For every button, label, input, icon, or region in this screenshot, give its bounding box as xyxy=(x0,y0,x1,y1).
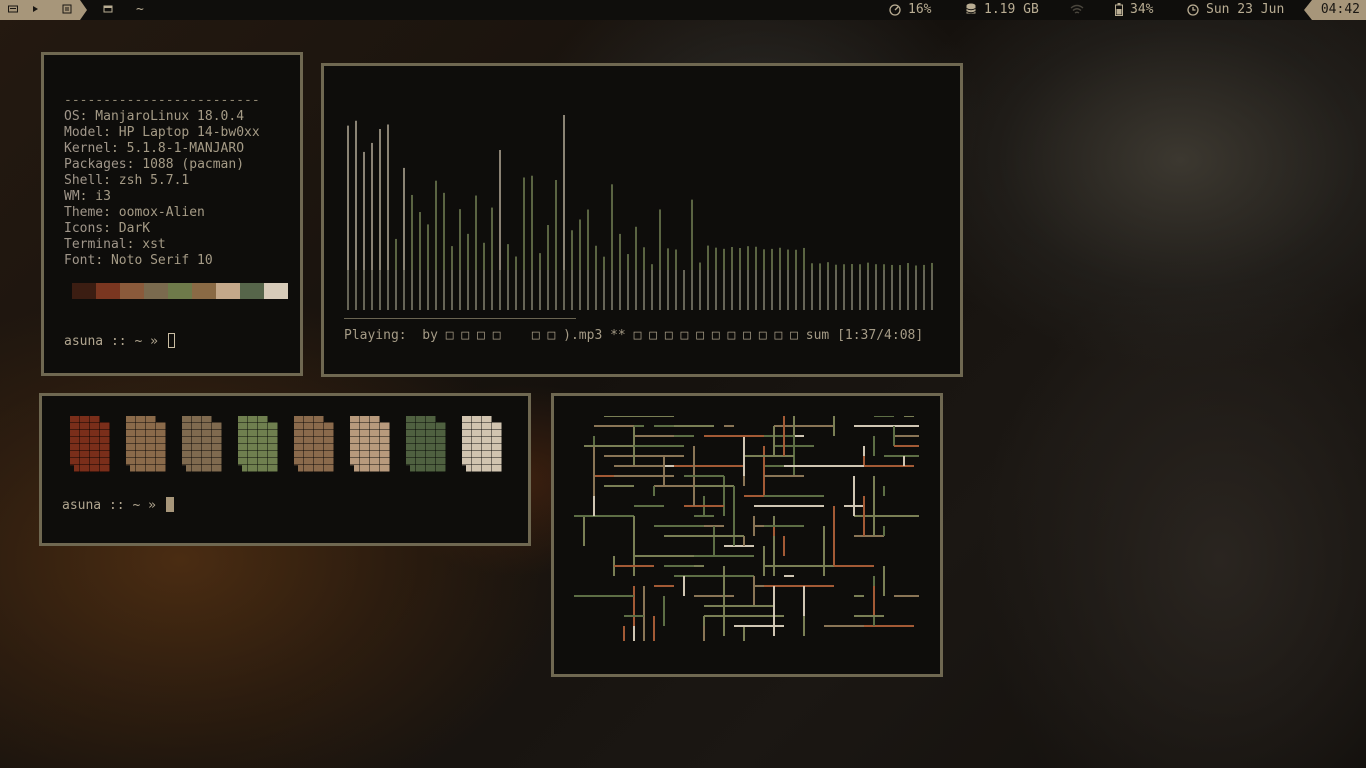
keyboard-icon xyxy=(8,5,18,13)
info-value: : 5.1.8-1-MANJARO xyxy=(110,141,245,156)
color-block xyxy=(126,416,166,472)
info-row-kernel: Kernel: 5.1.8-1-MANJARO xyxy=(64,141,244,156)
color-block xyxy=(182,416,222,472)
color-block xyxy=(238,416,278,472)
info-key: Model xyxy=(64,125,104,140)
neofetch-terminal[interactable]: ------------------------- OS: ManjaroLin… xyxy=(41,52,303,376)
prompt-text: asuna :: ~ » xyxy=(62,498,156,513)
workspace-window[interactable] xyxy=(103,0,115,20)
speedometer-icon xyxy=(889,4,901,16)
color-block xyxy=(462,416,502,472)
info-key: Packages xyxy=(64,157,127,172)
info-key: WM xyxy=(64,189,80,204)
database-icon xyxy=(966,3,976,14)
color-block xyxy=(294,416,334,472)
color-block xyxy=(350,416,390,472)
color-block xyxy=(70,416,110,472)
terminal-prompt[interactable]: asuna :: ~ » xyxy=(62,497,174,513)
info-key: Font xyxy=(64,253,96,268)
neofetch-separator: ------------------------- xyxy=(64,93,260,108)
info-value: : zsh 5.7.1 xyxy=(103,173,190,188)
progress-rule xyxy=(344,318,576,319)
wifi-icon xyxy=(1070,4,1084,14)
palette-swatch xyxy=(72,283,96,299)
info-row-font: Font: Noto Serif 10 xyxy=(64,253,213,268)
info-row-shell: Shell: zsh 5.7.1 xyxy=(64,173,189,188)
info-value: : 1088 (pacman) xyxy=(126,157,245,172)
pipes-animation xyxy=(574,416,919,641)
colorblocks-terminal[interactable]: asuna :: ~ » xyxy=(39,393,531,546)
window-icon xyxy=(103,5,113,13)
info-key: OS xyxy=(64,109,80,124)
text-cursor xyxy=(167,333,175,348)
info-row-terminal: Terminal: xst xyxy=(64,237,166,252)
palette-swatch xyxy=(168,283,192,299)
clock-icon xyxy=(1187,4,1199,16)
info-key: Terminal xyxy=(64,237,127,252)
audio-visualizer-terminal[interactable]: Playing: by □ □ □ □ □ □ ).mp3 ** □ □ □ □… xyxy=(321,63,963,377)
info-key: Kernel xyxy=(64,141,111,156)
workspace-home[interactable]: ~ xyxy=(136,0,144,20)
battery-level: 34% xyxy=(1130,2,1154,17)
info-key: Shell xyxy=(64,173,104,188)
palette-swatch xyxy=(144,283,168,299)
info-value: : oomox-Alien xyxy=(103,205,205,220)
info-row-os: OS: ManjaroLinux 18.0.4 xyxy=(64,109,244,124)
info-value: : HP Laptop 14-bw0xx xyxy=(103,125,260,140)
top-bar: ~ 16% 1.19 GB 34% Sun 23 Jun 04:42 xyxy=(0,0,1366,20)
info-row-wm: WM: i3 xyxy=(64,189,111,204)
palette-swatch xyxy=(216,283,240,299)
palette-swatch xyxy=(240,283,264,299)
battery-icon xyxy=(1115,3,1123,16)
prompt-text: asuna :: ~ » xyxy=(64,334,158,349)
info-row-model: Model: HP Laptop 14-bw0xx xyxy=(64,125,260,140)
now-playing-status: Playing: by □ □ □ □ □ □ ).mp3 ** □ □ □ □… xyxy=(344,328,924,343)
terminal-prompt[interactable]: asuna :: ~ » xyxy=(64,333,175,349)
palette-swatch xyxy=(192,283,216,299)
spectrum-visualizer xyxy=(347,115,933,310)
palette-swatch xyxy=(120,283,144,299)
info-row-icons: Icons: DarK xyxy=(64,221,150,236)
palette-swatch xyxy=(96,283,120,299)
info-value: : Noto Serif 10 xyxy=(95,253,213,268)
info-value: : i3 xyxy=(79,189,111,204)
palette-swatch xyxy=(264,283,288,299)
document-icon xyxy=(62,4,72,14)
info-row-packages: Packages: 1088 (pacman) xyxy=(64,157,244,172)
clock-time: 04:42 xyxy=(1304,0,1366,20)
cpu-usage: 16% xyxy=(908,2,932,17)
date: Sun 23 Jun xyxy=(1206,2,1285,17)
text-cursor xyxy=(165,497,174,512)
info-value: : xst xyxy=(126,237,166,252)
info-value: : DarK xyxy=(103,221,151,236)
info-key: Icons xyxy=(64,221,104,236)
info-row-theme: Theme: oomox-Alien xyxy=(64,205,205,220)
pipes-terminal[interactable] xyxy=(551,393,943,677)
color-block xyxy=(406,416,446,472)
memory-usage: 1.19 GB xyxy=(984,2,1039,17)
info-key: Theme xyxy=(64,205,104,220)
workspace-active[interactable] xyxy=(0,0,87,20)
play-icon xyxy=(33,6,38,12)
info-value: : ManjaroLinux 18.0.4 xyxy=(79,109,245,124)
